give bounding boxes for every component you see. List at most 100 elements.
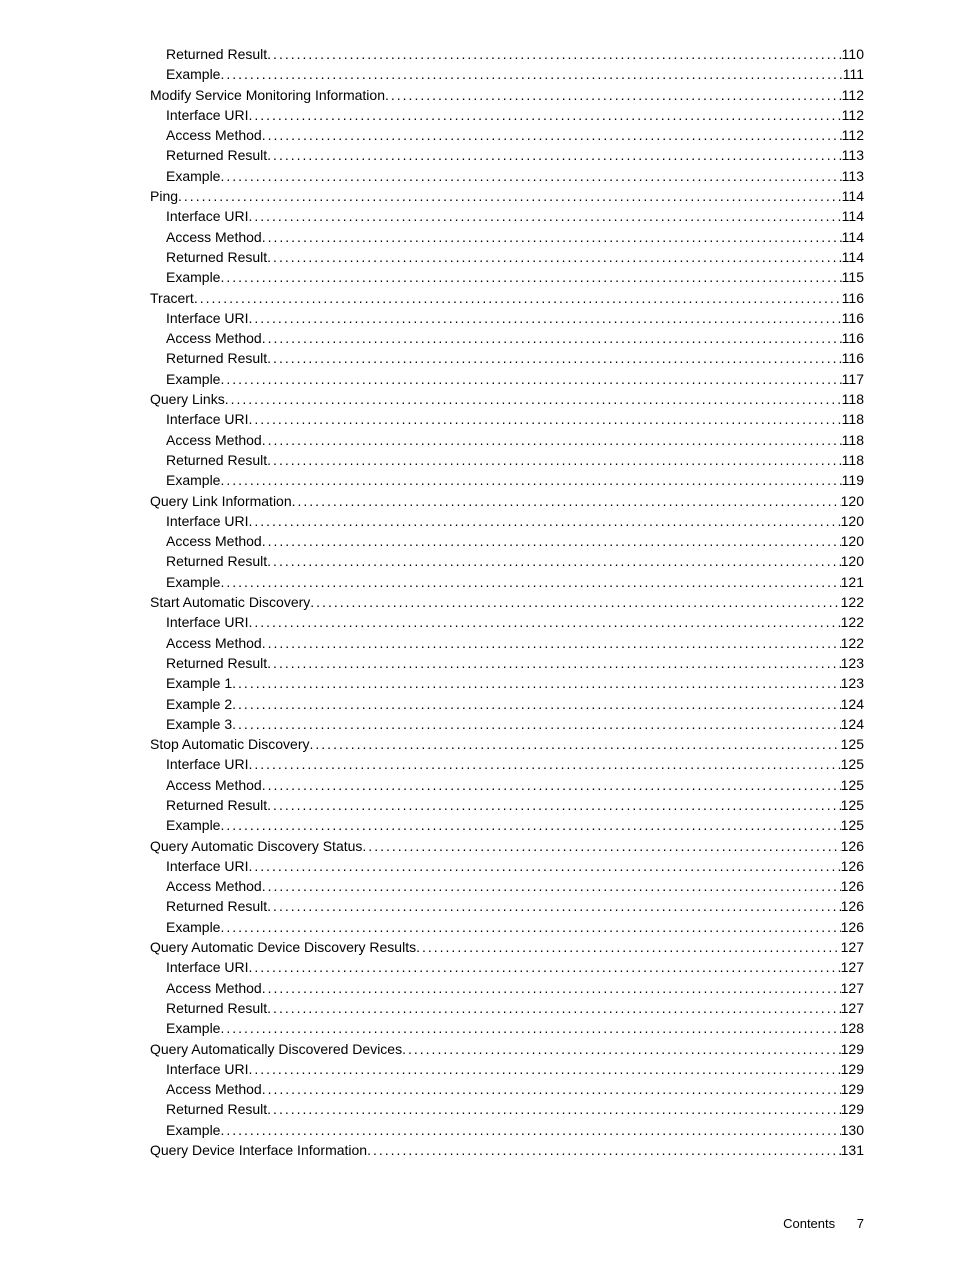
toc-entry[interactable]: Example113 xyxy=(90,166,864,186)
toc-entry[interactable]: Access Method120 xyxy=(90,531,864,551)
toc-entry-page: 129 xyxy=(841,1059,864,1079)
toc-dot-leader xyxy=(220,572,840,592)
toc-entry[interactable]: Returned Result129 xyxy=(90,1099,864,1119)
toc-entry[interactable]: Example126 xyxy=(90,917,864,937)
toc-entry[interactable]: Returned Result 118 xyxy=(90,450,864,470)
toc-entry-title: Example xyxy=(166,572,220,592)
toc-entry[interactable]: Query Automatic Device Discovery Results… xyxy=(90,937,864,957)
toc-entry-page: 124 xyxy=(841,714,864,734)
toc-dot-leader xyxy=(248,856,840,876)
toc-dot-leader xyxy=(262,125,842,145)
toc-entry-page: 116 xyxy=(842,348,864,368)
toc-entry-page: 116 xyxy=(842,288,864,308)
toc-entry-page: 123 xyxy=(841,653,864,673)
toc-entry[interactable]: Access Method 114 xyxy=(90,227,864,247)
toc-entry[interactable]: Returned Result113 xyxy=(90,145,864,165)
toc-entry[interactable]: Stop Automatic Discovery125 xyxy=(90,734,864,754)
toc-entry-title: Example xyxy=(166,917,220,937)
toc-entry[interactable]: Returned Result116 xyxy=(90,348,864,368)
toc-entry-page: 114 xyxy=(842,227,864,247)
toc-entry-page: 120 xyxy=(841,531,864,551)
toc-entry[interactable]: Query Links118 xyxy=(90,389,864,409)
toc-dot-leader xyxy=(267,348,842,368)
toc-entry[interactable]: Access Method126 xyxy=(90,876,864,896)
toc-entry-page: 124 xyxy=(841,694,864,714)
toc-dot-leader xyxy=(220,369,841,389)
toc-dot-leader xyxy=(248,957,840,977)
toc-entry[interactable]: Returned Result126 xyxy=(90,896,864,916)
toc-entry[interactable]: Example111 xyxy=(90,64,864,84)
toc-entry[interactable]: Interface URI127 xyxy=(90,957,864,977)
toc-entry[interactable]: Modify Service Monitoring Information112 xyxy=(90,85,864,105)
toc-entry-title: Interface URI xyxy=(166,957,248,977)
toc-dot-leader xyxy=(416,937,841,957)
toc-entry-title: Example xyxy=(166,1120,220,1140)
toc-entry-title: Interface URI xyxy=(166,856,248,876)
toc-entry-title: Modify Service Monitoring Information xyxy=(150,85,385,105)
toc-entry[interactable]: Interface URI112 xyxy=(90,105,864,125)
toc-entry[interactable]: Query Link Information120 xyxy=(90,491,864,511)
toc-entry[interactable]: Interface URI116 xyxy=(90,308,864,328)
toc-entry[interactable]: Example 3124 xyxy=(90,714,864,734)
toc-dot-leader xyxy=(267,795,840,815)
toc-entry[interactable]: Returned Result127 xyxy=(90,998,864,1018)
toc-entry[interactable]: Interface URI122 xyxy=(90,612,864,632)
toc-entry-page: 114 xyxy=(842,247,864,267)
toc-dot-leader xyxy=(220,166,841,186)
toc-entry-page: 122 xyxy=(841,612,864,632)
toc-entry[interactable]: Returned Result114 xyxy=(90,247,864,267)
toc-entry[interactable]: Returned Result125 xyxy=(90,795,864,815)
toc-dot-leader xyxy=(220,267,841,287)
toc-entry-page: 118 xyxy=(842,450,864,470)
toc-entry[interactable]: Example 2124 xyxy=(90,694,864,714)
toc-entry-title: Example xyxy=(166,1018,220,1038)
toc-entry-title: Access Method xyxy=(166,328,262,348)
toc-entry[interactable]: Interface URI 126 xyxy=(90,856,864,876)
toc-entry[interactable]: Returned Result120 xyxy=(90,551,864,571)
toc-dot-leader xyxy=(267,1099,840,1119)
toc-entry[interactable]: Access Method129 xyxy=(90,1079,864,1099)
toc-entry[interactable]: Access Method122 xyxy=(90,633,864,653)
toc-entry[interactable]: Access Method127 xyxy=(90,978,864,998)
toc-entry[interactable]: Returned Result123 xyxy=(90,653,864,673)
toc-dot-leader xyxy=(248,511,840,531)
toc-dot-leader xyxy=(267,896,840,916)
toc-entry[interactable]: Interface URI125 xyxy=(90,754,864,774)
toc-entry-page: 126 xyxy=(841,856,864,876)
toc-entry[interactable]: Example130 xyxy=(90,1120,864,1140)
toc-entry[interactable]: Access Method125 xyxy=(90,775,864,795)
toc-entry[interactable]: Start Automatic Discovery122 xyxy=(90,592,864,612)
toc-entry-page: 129 xyxy=(841,1099,864,1119)
toc-entry[interactable]: Interface URI114 xyxy=(90,206,864,226)
toc-entry-page: 129 xyxy=(841,1039,864,1059)
toc-entry-title: Access Method xyxy=(166,978,262,998)
toc-entry[interactable]: Access Method112 xyxy=(90,125,864,145)
toc-entry[interactable]: Query Automatic Discovery Status126 xyxy=(90,836,864,856)
toc-dot-leader xyxy=(248,409,841,429)
toc-entry[interactable]: Example 1123 xyxy=(90,673,864,693)
toc-entry[interactable]: Tracert116 xyxy=(90,288,864,308)
toc-entry[interactable]: Ping114 xyxy=(90,186,864,206)
toc-entry[interactable]: Example121 xyxy=(90,572,864,592)
toc-entry[interactable]: Query Automatically Discovered Devices 12… xyxy=(90,1039,864,1059)
toc-entry[interactable]: Access Method118 xyxy=(90,430,864,450)
toc-entry-title: Access Method xyxy=(166,876,262,896)
toc-entry[interactable]: Example128 xyxy=(90,1018,864,1038)
toc-entry[interactable]: Returned Result110 xyxy=(90,44,864,64)
toc-entry[interactable]: Interface URI120 xyxy=(90,511,864,531)
toc-entry[interactable]: Example117 xyxy=(90,369,864,389)
toc-entry-title: Access Method xyxy=(166,430,262,450)
toc-dot-leader xyxy=(267,998,840,1018)
toc-dot-leader xyxy=(267,551,840,571)
toc-entry[interactable]: Query Device Interface Information131 xyxy=(90,1140,864,1160)
toc-entry[interactable]: Interface URI129 xyxy=(90,1059,864,1079)
toc-entry[interactable]: Access Method116 xyxy=(90,328,864,348)
toc-entry[interactable]: Example125 xyxy=(90,815,864,835)
toc-entry[interactable]: Example119 xyxy=(90,470,864,490)
toc-entry-title: Query Automatically Discovered Devices xyxy=(150,1039,402,1059)
toc-entry[interactable]: Example115 xyxy=(90,267,864,287)
toc-entry[interactable]: Interface URI118 xyxy=(90,409,864,429)
toc-entry-title: Returned Result xyxy=(166,450,267,470)
toc-dot-leader xyxy=(267,653,840,673)
toc-entry-title: Access Method xyxy=(166,227,262,247)
